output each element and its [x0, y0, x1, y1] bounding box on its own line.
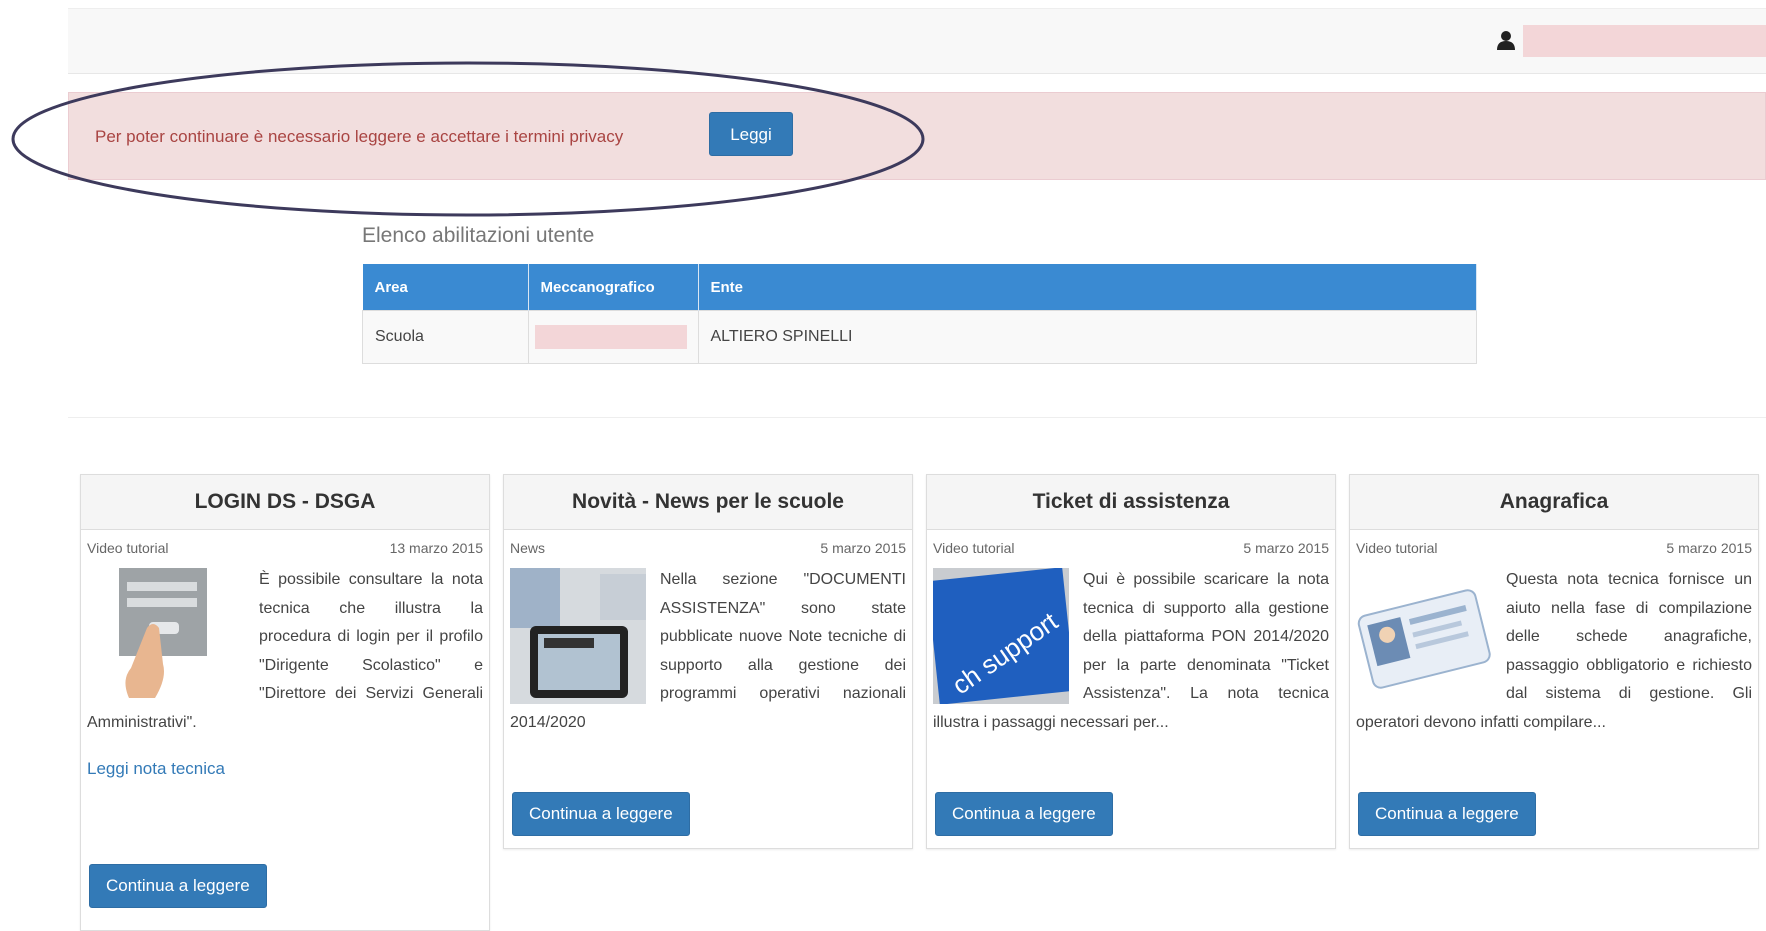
- card-date: 5 marzo 2015: [1666, 540, 1752, 556]
- continua-a-leggere-button[interactable]: Continua a leggere: [935, 792, 1113, 836]
- column-header-area: Area: [362, 264, 529, 311]
- abilitazioni-title: Elenco abilitazioni utente: [362, 224, 595, 247]
- card-ticket-assistenza: Ticket di assistenza Video tutorial 5 ma…: [926, 474, 1336, 849]
- card-anagrafica: Anagrafica Video tutorial 5 marzo 2015 Q…: [1349, 474, 1759, 849]
- card-title: Ticket di assistenza: [927, 475, 1335, 530]
- card-login-ds-dsga: LOGIN DS - DSGA Video tutorial 13 marzo …: [80, 474, 490, 931]
- id-card-icon: [1356, 568, 1492, 704]
- card-category: Video tutorial: [933, 540, 1015, 556]
- card-date: 13 marzo 2015: [389, 540, 483, 556]
- column-header-ente: Ente: [698, 264, 1477, 311]
- cell-meccanografico-redacted: [527, 310, 699, 364]
- card-date: 5 marzo 2015: [820, 540, 906, 556]
- leggi-nota-tecnica-link[interactable]: Leggi nota tecnica: [87, 759, 483, 779]
- continua-a-leggere-button[interactable]: Continua a leggere: [1358, 792, 1536, 836]
- continua-a-leggere-button[interactable]: Continua a leggere: [89, 864, 267, 908]
- user-menu-redacted-name[interactable]: [1523, 25, 1766, 57]
- top-navbar: [68, 8, 1766, 74]
- user-icon: [1497, 31, 1515, 50]
- card-title: Novità - News per le scuole: [504, 475, 912, 530]
- cell-area: Scuola: [362, 310, 529, 364]
- divider: [68, 417, 1766, 418]
- cell-ente: ALTIERO SPINELLI: [697, 310, 1477, 364]
- newspapers-tablet-icon: [510, 568, 646, 704]
- login-screen-hand-icon: [119, 568, 207, 698]
- card-category: Video tutorial: [87, 540, 169, 556]
- card-novita-news: Novità - News per le scuole News 5 marzo…: [503, 474, 913, 849]
- card-date: 5 marzo 2015: [1243, 540, 1329, 556]
- tech-support-key-icon: ch support: [933, 568, 1069, 704]
- leggi-privacy-button[interactable]: Leggi: [709, 112, 793, 156]
- column-header-meccanografico: Meccanografico: [528, 264, 699, 311]
- abilitazioni-table: Area Meccanografico Ente Scuola ALTIERO …: [362, 264, 1477, 364]
- card-category: Video tutorial: [1356, 540, 1438, 556]
- continua-a-leggere-button[interactable]: Continua a leggere: [512, 792, 690, 836]
- privacy-alert: Per poter continuare è necessario legger…: [68, 92, 1766, 180]
- privacy-alert-message: Per poter continuare è necessario legger…: [95, 127, 624, 146]
- table-row: Scuola ALTIERO SPINELLI: [362, 310, 1477, 364]
- card-title: Anagrafica: [1350, 475, 1758, 530]
- card-title: LOGIN DS - DSGA: [81, 475, 489, 530]
- card-category: News: [510, 540, 546, 556]
